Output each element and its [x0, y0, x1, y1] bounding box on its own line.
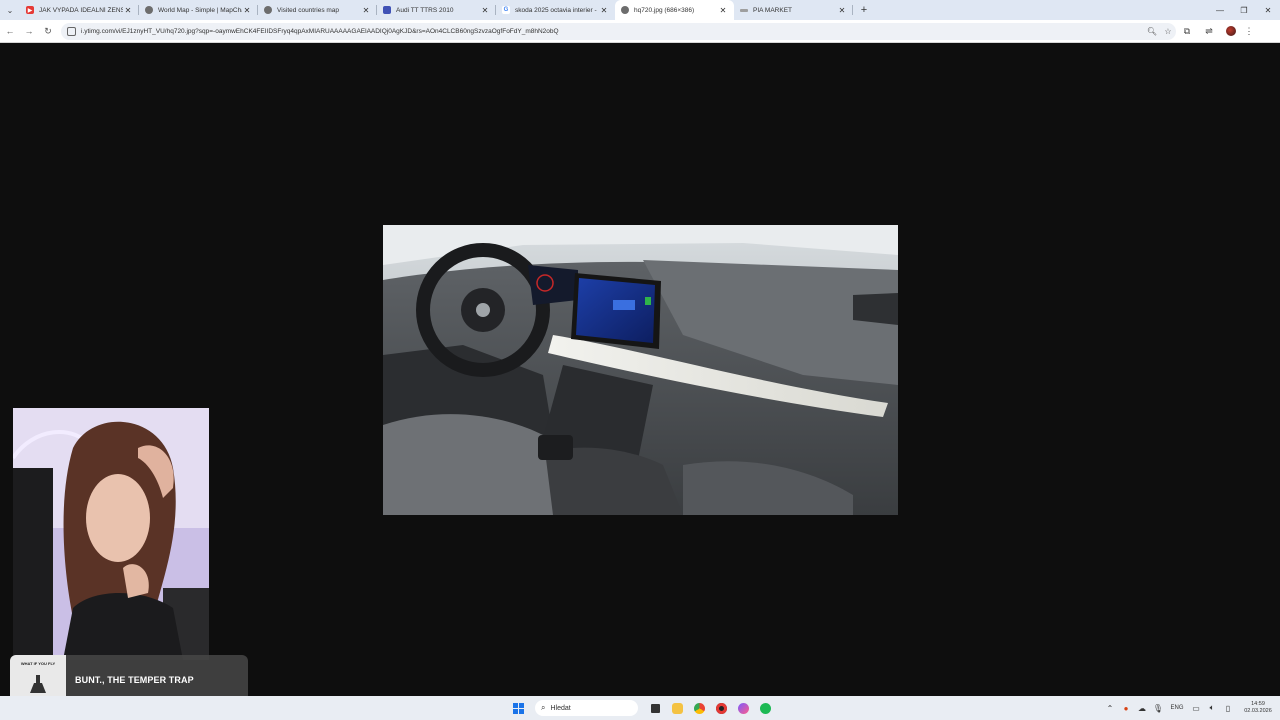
tab-5-active[interactable]: hq720.jpg (686×386) ✕: [615, 0, 734, 20]
network-icon[interactable]: ▭: [1188, 704, 1204, 713]
car-icon: [383, 6, 391, 14]
webcam-overlay: [13, 408, 209, 660]
tray-app-icon[interactable]: ●: [1118, 704, 1134, 713]
spotify-icon[interactable]: [754, 697, 776, 719]
task-view-icon[interactable]: [644, 697, 666, 719]
restore-icon[interactable]: ❐: [1232, 0, 1256, 20]
chevron-up-icon[interactable]: ⌃: [1102, 704, 1118, 713]
close-icon[interactable]: ✕: [718, 6, 728, 15]
tab-0[interactable]: ▶ JAK VYPADÁ IDEÁLNÍ ŽENSKÁ ✕: [20, 0, 139, 20]
messenger-icon[interactable]: [732, 697, 754, 719]
profile-avatar[interactable]: [1226, 26, 1236, 36]
globe-icon: [145, 6, 153, 14]
youtube-icon: ▶: [26, 6, 34, 14]
davinci-icon[interactable]: [710, 697, 732, 719]
window-controls: — ❐ ✕: [1208, 0, 1280, 20]
zoom-icon[interactable]: 🔍︎: [1144, 27, 1160, 36]
page-icon: [740, 8, 748, 12]
file-explorer-icon[interactable]: [666, 697, 688, 719]
windows-start-icon[interactable]: [509, 699, 527, 717]
clock-time: 14:59: [1251, 701, 1265, 707]
tab-4[interactable]: G skoda 2025 octavia interier - H ✕: [496, 0, 615, 20]
site-info-icon[interactable]: [67, 26, 76, 36]
globe-icon: [621, 6, 629, 14]
close-icon[interactable]: ✕: [837, 6, 847, 15]
volume-icon[interactable]: 🔈︎: [1204, 703, 1220, 713]
cover-text: WHAT IF YOU FLY: [20, 661, 56, 666]
tab-title: hq720.jpg (686×386): [634, 6, 695, 14]
tab-list: ▶ JAK VYPADÁ IDEÁLNÍ ŽENSKÁ ✕ World Map …: [20, 0, 853, 20]
tab-title: Visited countries map: [277, 6, 340, 14]
now-playing-title: BUNT., THE TEMPER TRAP: [75, 675, 194, 685]
tab-title: skoda 2025 octavia interier - H: [515, 6, 599, 14]
tab-3[interactable]: Audi TT TTRS 2010 ✕: [377, 0, 496, 20]
car-interior-image: [383, 225, 898, 515]
new-tab-button[interactable]: +: [855, 4, 873, 16]
tab-strip: ⌄ ▶ JAK VYPADÁ IDEÁLNÍ ŽENSKÁ ✕ World Ma…: [0, 0, 1280, 20]
tab-title: World Map - Simple | MapChar: [158, 6, 242, 14]
clock-date: 02.03.2026: [1244, 708, 1272, 714]
search-icon: ⌕: [541, 703, 546, 712]
tab-1[interactable]: World Map - Simple | MapChar ✕: [139, 0, 258, 20]
close-icon[interactable]: ✕: [123, 6, 133, 15]
language-indicator[interactable]: ENG: [1166, 705, 1188, 711]
tab-2[interactable]: Visited countries map ✕: [258, 0, 377, 20]
extensions-icon[interactable]: ⧉: [1176, 26, 1198, 37]
tab-title: JAK VYPADÁ IDEÁLNÍ ŽENSKÁ: [39, 6, 123, 14]
back-icon[interactable]: ←: [1, 22, 19, 40]
chrome-icon[interactable]: [688, 697, 710, 719]
close-icon[interactable]: ✕: [361, 6, 371, 15]
search-placeholder: Hledat: [550, 704, 571, 712]
battery-icon[interactable]: ▯: [1220, 704, 1236, 713]
forward-icon[interactable]: →: [20, 22, 38, 40]
reload-icon[interactable]: ↻: [39, 22, 57, 40]
bookmark-star-icon[interactable]: ☆: [1160, 27, 1176, 36]
system-tray: ⌃ ● ☁ 🎙︎ ENG ▭ 🔈︎ ▯ 14:59 02.03.2026: [1102, 696, 1280, 720]
close-window-icon[interactable]: ✕: [1256, 0, 1280, 20]
streamer-webcam-image: [13, 408, 209, 660]
tab-6[interactable]: PIA MARKET ✕: [734, 0, 853, 20]
browser-toolbar: ← → ↻ i.ytimg.com/vi/EJ1znyHT_VU/hq720.j…: [0, 20, 1280, 43]
menu-dots-icon[interactable]: ⋮: [1242, 26, 1256, 37]
cloud-icon[interactable]: ☁: [1134, 704, 1150, 713]
taskbar-search[interactable]: ⌕ Hledat: [535, 700, 638, 716]
taskbar-center: ⌕ Hledat: [509, 696, 776, 720]
globe-icon: [264, 6, 272, 14]
close-icon[interactable]: ✕: [242, 6, 252, 15]
clock[interactable]: 14:59 02.03.2026: [1236, 701, 1280, 715]
windows-taskbar: ⌕ Hledat ⌃ ● ☁ 🎙︎ ENG ▭ 🔈︎ ▯ 14:59 02.03…: [0, 696, 1280, 720]
tab-search-chevron-icon[interactable]: ⌄: [0, 0, 20, 20]
address-bar[interactable]: i.ytimg.com/vi/EJ1znyHT_VU/hq720.jpg?sqp…: [61, 22, 1176, 40]
url-text[interactable]: i.ytimg.com/vi/EJ1znyHT_VU/hq720.jpg?sqp…: [81, 28, 1144, 35]
tab-title: Audi TT TTRS 2010: [396, 6, 454, 14]
tab-separator: [852, 5, 853, 15]
tab-title: PIA MARKET: [753, 6, 793, 14]
car-interior-illustration: [383, 225, 898, 515]
close-icon[interactable]: ✕: [599, 6, 609, 15]
minimize-icon[interactable]: —: [1208, 0, 1232, 20]
close-icon[interactable]: ✕: [480, 6, 490, 15]
google-icon: G: [502, 6, 510, 14]
cast-icon[interactable]: ⇌: [1198, 26, 1220, 37]
microphone-icon[interactable]: 🎙︎: [1150, 704, 1166, 713]
